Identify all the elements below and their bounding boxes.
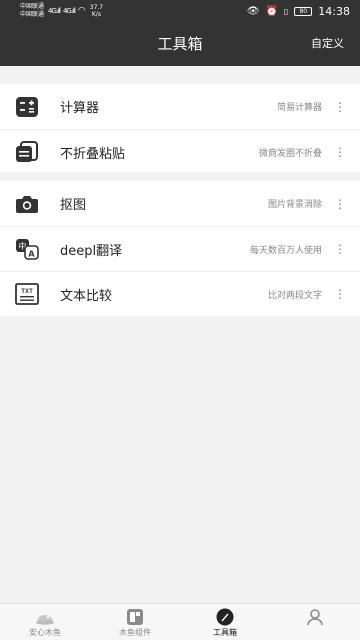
tab-label: 木鱼组件 [119,628,151,637]
tool-label: 计算器 [60,101,100,116]
tool-item-calculator[interactable]: 计算器 简易计算器 ⋮ [0,84,360,129]
tab-label: 工具箱 [213,628,237,637]
tool-group-2: 抠图 图片背景消除 ⋮ 中A deepl翻译 每天数百万人使用 ⋮ TXT 文本… [0,181,360,316]
tab-profile[interactable] [270,604,360,640]
page-title: 工具箱 [157,35,203,53]
tool-label: deepl翻译 [60,243,123,259]
tool-item-cutout[interactable]: 抠图 图片背景消除 ⋮ [0,181,360,226]
more-options-icon[interactable]: ⋮ [330,243,350,255]
network-speed: 37.7 K/s [90,4,103,18]
wifi-icon: ◠ [77,6,86,16]
signal-2: 4G.ıll [62,7,76,15]
widget-icon [125,607,145,627]
vibrate-icon: ▯ [283,6,289,16]
network-speed-value: 37.7 [89,4,104,11]
carrier-1: 中国联通 [20,3,45,10]
battery-icon: 80 [294,6,313,16]
fish-icon [35,607,55,627]
eye-icon: 👁 [246,5,260,17]
tab-muyu-widget[interactable]: 木鱼组件 [90,604,180,640]
translate-icon: 中A [15,237,39,261]
more-options-icon[interactable]: ⋮ [330,198,350,210]
tab-toolbox[interactable]: 工具箱 [180,604,270,640]
tool-description: 每天数百万人使用 [249,245,322,256]
title-bar: 工具箱 自定义 [0,22,360,66]
carrier-info: 中国联通 中国联通 [20,3,44,19]
more-options-icon[interactable]: ⋮ [330,146,350,158]
tool-label: 不折叠粘贴 [60,146,126,162]
more-options-icon[interactable]: ⋮ [330,288,350,300]
alarm-icon: ⏰ [265,5,278,17]
more-options-icon[interactable]: ⋮ [330,101,350,113]
tool-label: 文本比较 [60,288,113,304]
network-speed-unit: K/s [91,11,101,18]
paste-icon [15,140,39,164]
svg-text:TXT: TXT [21,287,33,295]
profile-icon [305,607,325,627]
clock-time: 14:38 [318,4,350,18]
calculator-icon [15,95,39,119]
tool-description: 比对两段文字 [267,290,322,301]
tool-description: 图片背景消除 [267,200,322,210]
status-bar: 中国联通 中国联通 4G.ıll 4G.ıll ◠ 37.7 K/s 👁 ⏰ ▯… [0,0,360,22]
toolbox-icon [215,607,235,627]
signal-1: 4G.ıll [48,7,61,15]
tab-label: 安心木鱼 [29,628,61,637]
tool-description: 微商发圈不折叠 [258,148,322,159]
tab-anxin-muyu[interactable]: 安心木鱼 [0,604,90,640]
bottom-tab-bar: 安心木鱼 木鱼组件 工具箱 [0,603,360,640]
tool-item-deepl-translate[interactable]: 中A deepl翻译 每天数百万人使用 ⋮ [0,226,360,271]
svg-text:A: A [28,249,35,258]
carrier-2: 中国联通 [20,11,45,18]
text-compare-icon: TXT [15,282,39,306]
tool-description: 简易计算器 [276,103,322,113]
camera-icon [15,192,39,216]
tool-item-text-compare[interactable]: TXT 文本比较 比对两段文字 ⋮ [0,271,360,316]
tool-label: 抠图 [60,198,87,213]
customize-button[interactable]: 自定义 [311,22,344,66]
tool-item-no-fold-paste[interactable]: 不折叠粘贴 微商发圈不折叠 ⋮ [0,129,360,174]
tool-group-1: 计算器 简易计算器 ⋮ 不折叠粘贴 微商发圈不折叠 ⋮ [0,84,360,172]
